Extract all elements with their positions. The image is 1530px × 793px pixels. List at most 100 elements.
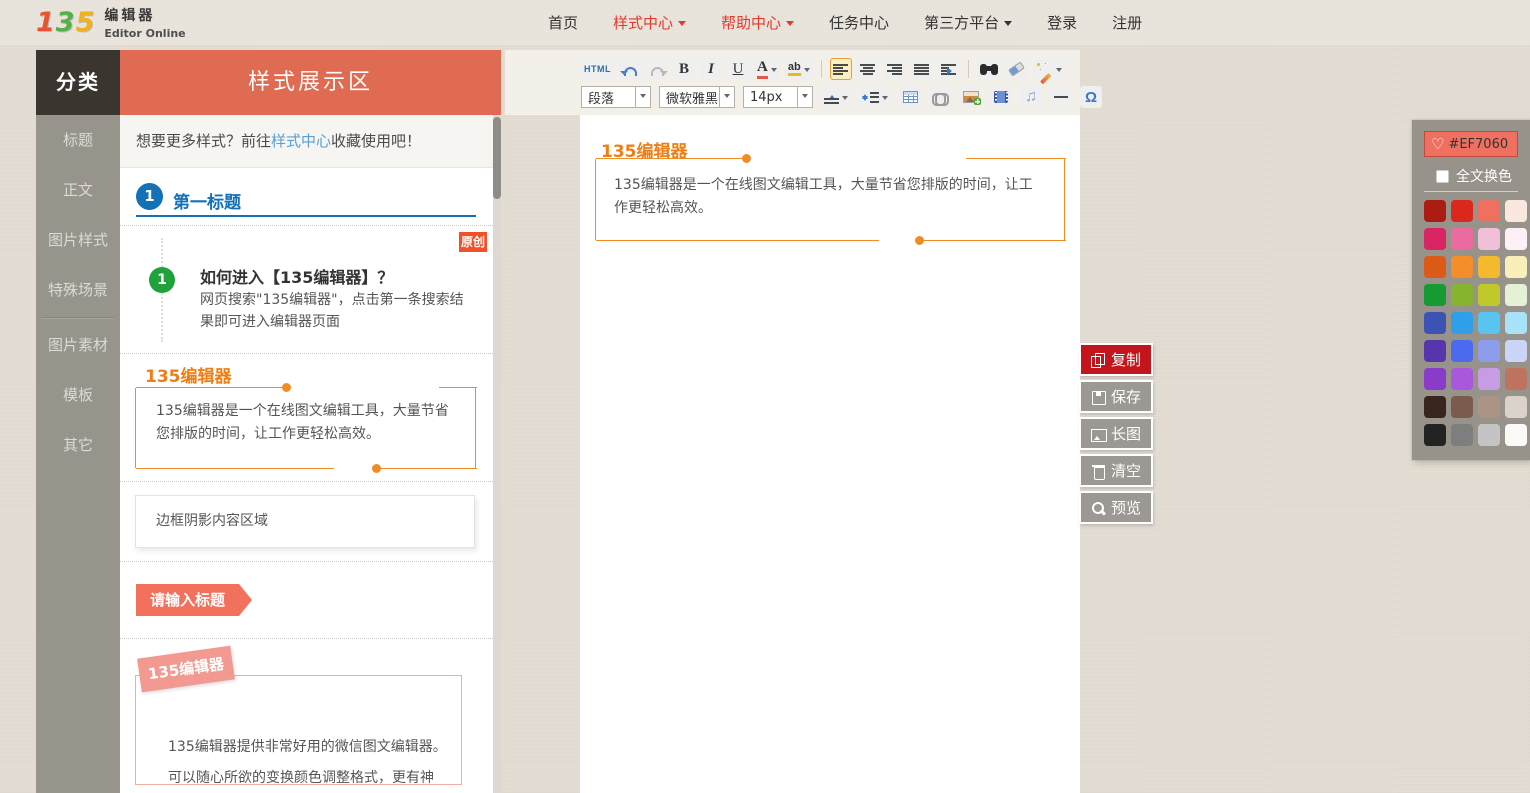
insert-music-button[interactable]: ♫ [1020,86,1042,108]
color-swatch[interactable] [1505,312,1527,334]
insert-image-button[interactable] [960,86,982,108]
nav-item-third-party[interactable]: 第三方平台 [924,12,1012,33]
style-sample-orange-box[interactable]: 135编辑器 135编辑器是一个在线图文编辑工具，大量节省 您排版的时间，让工作… [120,354,493,482]
color-swatch[interactable] [1424,200,1446,222]
color-swatch[interactable] [1478,228,1500,250]
sidebar-item-image-material[interactable]: 图片素材 [36,320,120,370]
color-swatch[interactable] [1424,284,1446,306]
editor-content-body[interactable]: 135编辑器是一个在线图文编辑工具，大量节省您排版的时间，让工 作更轻松高效。 [614,174,1033,220]
style-sample-numbered-title[interactable]: 1 第一标题 [120,168,493,226]
color-swatch[interactable] [1451,340,1473,362]
color-swatch[interactable] [1451,200,1473,222]
paragraph-select[interactable]: 段落 [581,86,651,108]
color-swatch[interactable] [1451,284,1473,306]
color-swatch[interactable] [1451,228,1473,250]
current-color-button[interactable]: ♡ #EF7060 [1424,131,1518,157]
font-color-button[interactable]: A [754,58,780,80]
sidebar-item-body-text[interactable]: 正文 [36,165,120,215]
color-swatch[interactable] [1424,368,1446,390]
nav-item-login[interactable]: 登录 [1047,12,1077,33]
color-swatch[interactable] [1478,256,1500,278]
copy-button[interactable]: 复制 [1079,343,1153,376]
italic-button[interactable]: I [700,58,722,80]
color-swatch[interactable] [1478,396,1500,418]
align-justify-button[interactable] [911,58,933,80]
nav-item-register[interactable]: 注册 [1112,12,1142,33]
color-swatch[interactable] [1505,228,1527,250]
full-text-recolor-toggle[interactable]: 全文换色 [1436,166,1512,186]
color-swatch[interactable] [1505,284,1527,306]
redo-button[interactable] [646,58,668,80]
nav-item-style-center[interactable]: 样式中心 [613,12,686,33]
save-button[interactable]: 保存 [1079,380,1153,413]
style-sample-qa[interactable]: 原创 1 如何进入【135编辑器】？ 网页搜索"135编辑器"，点击第一条搜索结… [120,226,493,354]
style-panel-scrollbar[interactable] [493,115,501,793]
eraser-button[interactable] [1006,58,1028,80]
nav-item-home[interactable]: 首页 [548,12,578,33]
brand-logo[interactable]: 135 编辑器 Editor Online [36,5,186,40]
preview-button[interactable]: 预览 [1079,491,1153,524]
sidebar-item-title[interactable]: 标题 [36,115,120,165]
color-swatch[interactable] [1478,284,1500,306]
font-family-select[interactable]: 微软雅黑 [659,86,735,108]
color-swatch[interactable] [1424,228,1446,250]
color-swatch[interactable] [1451,368,1473,390]
sidebar-item-image-style[interactable]: 图片样式 [36,215,120,265]
color-swatch[interactable] [1424,340,1446,362]
align-center-button[interactable] [857,58,879,80]
underline-button[interactable]: U [727,58,749,80]
sidebar-item-template[interactable]: 模板 [36,370,120,420]
paragraph-spacing-button[interactable] [821,86,851,108]
format-magic-button[interactable] [1033,58,1065,80]
insert-table-button[interactable] [899,86,921,108]
color-swatch[interactable] [1451,312,1473,334]
color-swatch[interactable] [1478,340,1500,362]
insert-video-button[interactable] [990,86,1012,108]
color-swatch[interactable] [1505,424,1527,446]
undo-button[interactable] [619,58,641,80]
color-swatch[interactable] [1478,424,1500,446]
line-height-button[interactable] [859,86,891,108]
nav-item-help-center[interactable]: 帮助中心 [721,12,794,33]
special-char-button[interactable]: Ω [1080,86,1102,108]
color-swatch[interactable] [1505,200,1527,222]
insert-hr-button[interactable] [1050,86,1072,108]
color-swatch[interactable] [1478,312,1500,334]
color-swatch[interactable] [1505,396,1527,418]
long-image-button[interactable]: 长图 [1079,417,1153,450]
color-swatch[interactable] [1424,424,1446,446]
style-center-link[interactable]: 样式中心 [271,132,331,150]
color-swatch[interactable] [1451,396,1473,418]
indent-button[interactable] [938,58,960,80]
color-swatch[interactable] [1424,256,1446,278]
style-sample-shadow-box[interactable]: 边框阴影内容区域 [120,482,493,562]
editor-orange-box[interactable]: 135编辑器是一个在线图文编辑工具，大量节省您排版的时间，让工 作更轻松高效。 [595,159,1065,240]
style-sample-pink-box[interactable]: 135编辑器提供非常好用的微信图文编辑器。 可以随心所欲的变换颜色调整格式，更有… [120,639,493,793]
scrollbar-thumb[interactable] [493,117,501,199]
color-swatch[interactable] [1424,312,1446,334]
sidebar-item-special-scene[interactable]: 特殊场景 [36,265,120,315]
highlight-button[interactable]: ab [785,58,813,80]
color-swatch[interactable] [1451,424,1473,446]
clear-button[interactable]: 清空 [1079,454,1153,487]
align-left-button[interactable] [830,58,852,80]
font-size-select[interactable]: 14px [743,86,813,108]
sidebar-item-other[interactable]: 其它 [36,420,120,470]
insert-link-button[interactable] [929,86,952,108]
align-right-button[interactable] [884,58,906,80]
color-swatch[interactable] [1478,200,1500,222]
editor-canvas[interactable]: 135编辑器 135编辑器是一个在线图文编辑工具，大量节省您排版的时间，让工 作… [580,115,1080,793]
checkbox-icon[interactable] [1436,170,1449,183]
nav-item-task-center[interactable]: 任务中心 [829,12,889,33]
color-swatch[interactable] [1451,256,1473,278]
color-swatch[interactable] [1478,368,1500,390]
bold-button[interactable]: B [673,58,695,80]
html-source-button[interactable]: HTML [581,58,614,80]
find-replace-button[interactable] [977,58,1001,80]
toolbar-row-2: 段落微软雅黑 14px ♫ Ω [581,85,1102,109]
color-swatch[interactable] [1505,340,1527,362]
color-swatch[interactable] [1505,368,1527,390]
color-swatch[interactable] [1424,396,1446,418]
color-swatch[interactable] [1505,256,1527,278]
style-sample-arrow-tag[interactable]: 请输入标题 [120,562,493,639]
